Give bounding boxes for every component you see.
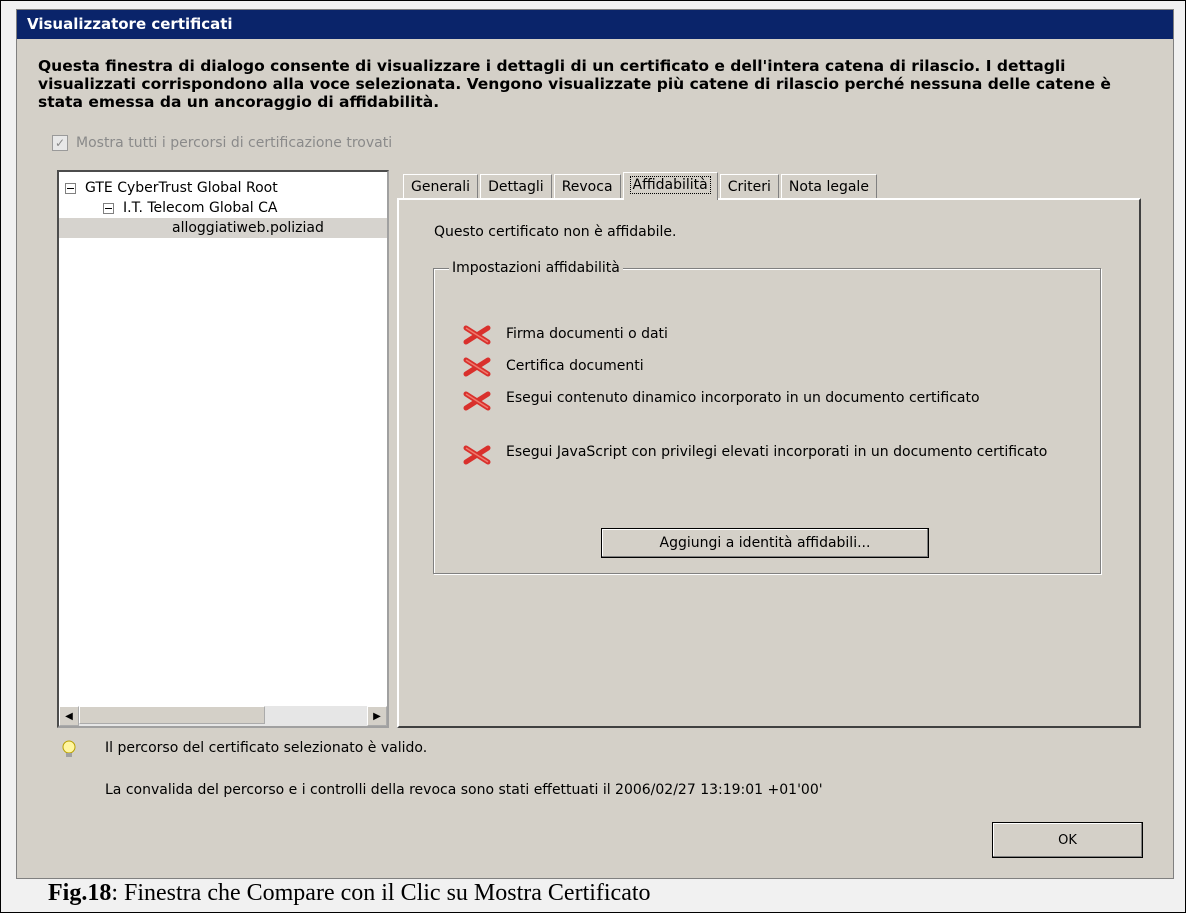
tree-item-selected[interactable]: alloggiatiweb.poliziad: [59, 218, 387, 238]
collapse-icon[interactable]: [65, 182, 76, 194]
tab-criteri[interactable]: Criteri: [719, 174, 779, 199]
tab-label: Generali: [411, 179, 471, 195]
ok-button[interactable]: OK: [992, 822, 1143, 858]
certificate-path-tree[interactable]: GTE CyberTrust Global Root I.T. Telecom …: [57, 170, 389, 728]
show-all-paths-checkbox[interactable]: ✓ Mostra tutti i percorsi di certificazi…: [52, 133, 392, 153]
tab-label: Nota legale: [788, 179, 869, 195]
red-x-icon: [463, 357, 491, 377]
tree-item-root[interactable]: GTE CyberTrust Global Root: [65, 178, 278, 198]
red-x-icon: [463, 445, 491, 465]
tree-item-intermediate[interactable]: I.T. Telecom Global CA: [103, 198, 277, 218]
tree-item-label: GTE CyberTrust Global Root: [85, 180, 278, 196]
trust-item-label: Esegui contenuto dinamico incorporato in…: [506, 390, 980, 406]
tab-dettagli[interactable]: Dettagli: [480, 174, 552, 199]
tab-strip: Generali Dettagli Revoca Affidabilità Cr…: [403, 172, 879, 200]
tab-label: Revoca: [561, 179, 613, 195]
path-valid-text: Il percorso del certificato selezionato …: [105, 740, 428, 756]
trust-item: Esegui contenuto dinamico incorporato in…: [462, 390, 1082, 412]
ok-button-label: OK: [1058, 832, 1077, 848]
trust-item-label: Esegui JavaScript con privilegi elevati …: [506, 444, 1048, 460]
checkbox-check-icon: ✓: [52, 135, 68, 151]
figure-number: Fig.18: [48, 880, 112, 906]
red-x-icon: [463, 325, 491, 345]
add-to-trusted-identities-button[interactable]: Aggiungi a identità affidabili...: [601, 528, 929, 558]
trust-item: Certifica documenti: [462, 356, 644, 378]
horizontal-scrollbar[interactable]: ◀ ▶: [59, 706, 387, 726]
tab-label: Affidabilità: [629, 176, 711, 194]
intro-text: Questa finestra di dialogo consente di v…: [38, 57, 1111, 111]
figure-caption: Fig.18: Finestra che Compare con il Clic…: [48, 880, 651, 907]
scroll-thumb[interactable]: [79, 706, 265, 724]
tab-nota-legale[interactable]: Nota legale: [780, 174, 877, 199]
trust-item-label: Firma documenti o dati: [506, 326, 668, 342]
trust-item: Firma documenti o dati: [462, 324, 668, 346]
scroll-left-arrow-icon[interactable]: ◀: [59, 706, 79, 726]
tab-label: Criteri: [727, 179, 771, 195]
trust-item-label: Certifica documenti: [506, 358, 644, 374]
tab-generali[interactable]: Generali: [403, 174, 479, 199]
tree-item-label: I.T. Telecom Global CA: [123, 200, 278, 216]
caption-text: : Finestra che Compare con il Clic su Mo…: [111, 880, 651, 906]
tab-label: Dettagli: [488, 179, 544, 195]
window-title: Visualizzatore certificati: [17, 10, 1173, 39]
trust-settings-legend: Impostazioni affidabilità: [449, 260, 623, 276]
show-all-paths-label: Mostra tutti i percorsi di certificazion…: [76, 135, 393, 151]
tab-revoca[interactable]: Revoca: [553, 174, 621, 199]
tree-item-label: alloggiatiweb.poliziad: [172, 220, 324, 236]
scroll-track[interactable]: [79, 706, 367, 726]
add-button-label: Aggiungi a identità affidabili...: [659, 535, 871, 551]
collapse-icon[interactable]: [103, 202, 114, 214]
validation-timestamp-text: La convalida del percorso e i controlli …: [105, 782, 823, 798]
trust-status-text: Questo certificato non è affidabile.: [434, 224, 677, 240]
scroll-right-arrow-icon[interactable]: ▶: [367, 706, 387, 726]
lightbulb-icon: [62, 740, 76, 757]
trust-item: Esegui JavaScript con privilegi elevati …: [462, 444, 1082, 466]
red-x-icon: [463, 391, 491, 411]
tab-affidabilita[interactable]: Affidabilità: [622, 172, 718, 200]
